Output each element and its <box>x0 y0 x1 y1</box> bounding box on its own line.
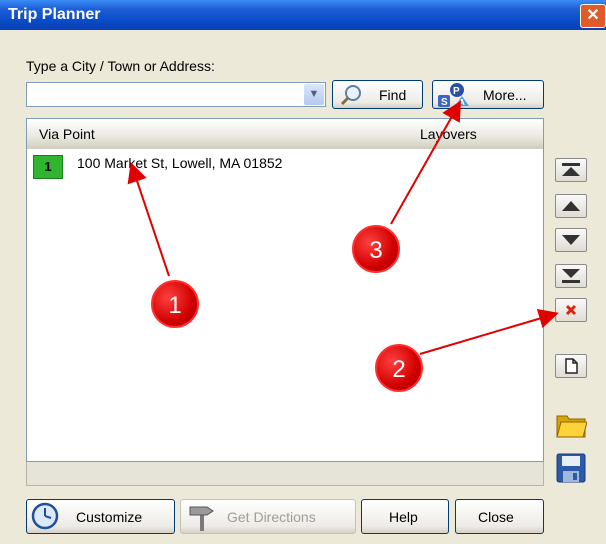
delete-icon <box>565 304 577 316</box>
move-up-icon <box>562 201 580 211</box>
save-disk-icon <box>556 453 586 483</box>
via-point-column-header[interactable]: Via Point <box>39 126 95 142</box>
magnifier-icon <box>340 85 361 106</box>
address-label: Type a City / Town or Address: <box>26 58 215 74</box>
address-combobox[interactable]: ▼ <box>26 82 326 107</box>
help-button[interactable]: Help <box>361 499 449 534</box>
get-directions-button[interactable]: Get Directions <box>180 499 356 534</box>
move-down-icon <box>562 235 580 245</box>
signpost-icon <box>189 506 214 531</box>
move-to-bottom-icon <box>562 269 580 283</box>
address-input[interactable] <box>30 85 294 106</box>
more-search-options-icon: S P A <box>438 83 469 108</box>
annotation-badge-2: 2 <box>375 344 423 392</box>
delete-button[interactable] <box>555 298 587 322</box>
customize-label: Customize <box>76 509 143 525</box>
open-folder-icon <box>556 415 588 438</box>
more-button[interactable]: S P A More... <box>432 80 544 109</box>
new-trip-button[interactable] <box>555 354 587 378</box>
open-trip-button[interactable] <box>555 408 588 440</box>
new-document-icon <box>565 358 578 374</box>
save-trip-button[interactable] <box>555 452 587 484</box>
layovers-column-header[interactable]: Layovers <box>420 126 477 142</box>
more-label: More... <box>483 87 527 103</box>
customize-button[interactable]: Customize <box>26 499 175 534</box>
via-points-list[interactable]: Via Point Layovers 1 100 Market St, Lowe… <box>26 118 544 462</box>
help-label: Help <box>389 509 418 525</box>
annotation-badge-1: 1 <box>151 280 199 328</box>
annotation-badge-3: 3 <box>352 225 400 273</box>
list-header: Via Point Layovers <box>27 119 543 149</box>
move-down-button[interactable] <box>555 228 587 252</box>
clock-icon <box>31 502 59 530</box>
window-close-button[interactable]: ✕ <box>580 4 606 28</box>
via-point-address[interactable]: 100 Market St, Lowell, MA 01852 <box>77 155 282 171</box>
trip-planner-window: Trip Planner ✕ Type a City / Town or Add… <box>0 0 606 544</box>
dropdown-arrow-icon[interactable]: ▼ <box>304 84 324 105</box>
move-up-button[interactable] <box>555 194 587 218</box>
move-to-bottom-button[interactable] <box>555 264 587 288</box>
close-label: Close <box>478 509 514 525</box>
move-to-top-button[interactable] <box>555 158 587 182</box>
move-to-top-icon <box>562 163 580 176</box>
svg-text:A: A <box>459 98 465 107</box>
title-bar[interactable]: Trip Planner ✕ <box>0 0 606 30</box>
close-button[interactable]: Close <box>455 499 544 534</box>
find-label: Find <box>379 87 407 103</box>
find-button[interactable]: Find <box>332 80 423 109</box>
svg-text:S: S <box>441 97 448 108</box>
svg-text:P: P <box>453 86 460 97</box>
via-point-number-badge: 1 <box>33 155 63 179</box>
get-directions-label: Get Directions <box>227 509 316 525</box>
status-bar <box>26 462 544 486</box>
window-title: Trip Planner <box>8 6 101 23</box>
